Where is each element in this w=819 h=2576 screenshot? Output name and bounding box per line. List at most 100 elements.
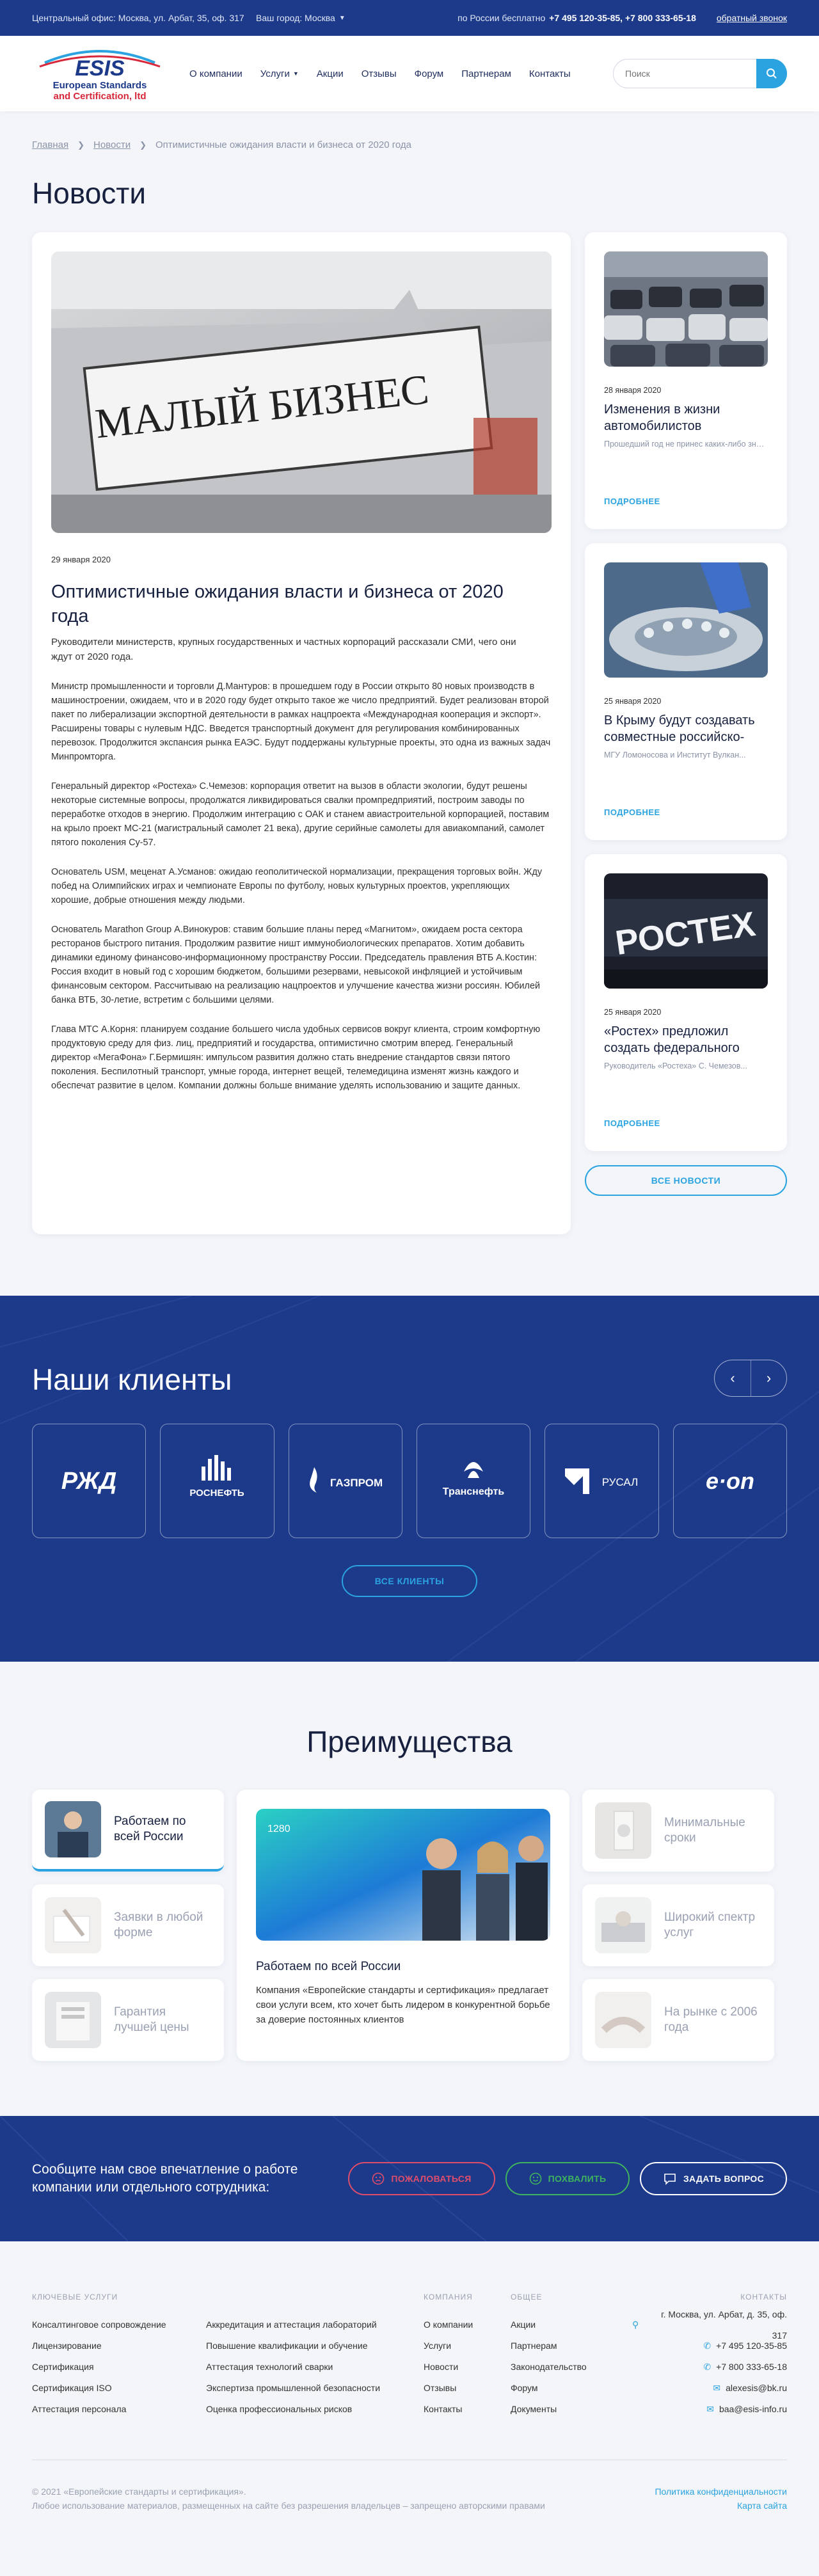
more-link[interactable]: ПОДРОБНЕЕ bbox=[604, 497, 660, 506]
footer-link[interactable]: Новости bbox=[424, 2357, 511, 2378]
client-logo-text: РЖД bbox=[61, 1468, 117, 1495]
footer-phone[interactable]: ✆ +7 800 333-65-18 bbox=[632, 2357, 787, 2378]
ask-question-button[interactable]: ЗАДАТЬ ВОПРОС bbox=[640, 2162, 787, 2195]
footer-address: ⚲ г. Москва, ул. Арбат, д. 35, оф. 317 bbox=[632, 2309, 787, 2341]
client-logos: РЖД РОСНЕФТЬ ГАЗПРОМ Транснефть РУСАЛ e·… bbox=[32, 1424, 787, 1538]
footer-link[interactable]: Услуги bbox=[424, 2335, 511, 2357]
all-news-button[interactable]: ВСЕ НОВОСТИ bbox=[585, 1165, 787, 1196]
clients-section: Наши клиенты ‹ › РЖД РОСНЕФТЬ ГАЗПРОМ Тр… bbox=[0, 1296, 819, 1662]
footer-link[interactable]: Лицензирование bbox=[32, 2335, 206, 2357]
smile-face-icon bbox=[529, 2172, 541, 2185]
chevron-left-icon[interactable]: ‹ bbox=[715, 1360, 751, 1396]
advantage-detail-text: Компания «Европейские стандарты и сертиф… bbox=[256, 1985, 550, 2025]
article-date: 29 января 2020 bbox=[51, 555, 111, 564]
footer-legal: © 2021 «Европейские стандарты и сертифик… bbox=[32, 2485, 545, 2513]
footer-link[interactable]: Оценка профессиональных рисков bbox=[206, 2399, 424, 2420]
all-clients-button[interactable]: ВСЕ КЛИЕНТЫ bbox=[342, 1565, 477, 1597]
client-logo-rzd[interactable]: РЖД bbox=[32, 1424, 147, 1538]
client-logo-rusal[interactable]: РУСАЛ bbox=[545, 1424, 659, 1538]
callback-link[interactable]: обратный звонок bbox=[717, 13, 787, 23]
footer-link[interactable]: Законодательство bbox=[511, 2357, 632, 2378]
news-card[interactable]: 25 января 2020 В Крыму будут создавать с… bbox=[585, 543, 787, 840]
sitemap-link[interactable]: Карта сайта bbox=[655, 2499, 787, 2513]
footer-link[interactable]: Отзывы bbox=[424, 2378, 511, 2399]
footer-link[interactable]: Консалтинговое сопровождение bbox=[32, 2314, 206, 2335]
carousel-arrows: ‹ › bbox=[714, 1360, 787, 1397]
advantage-detail-image: 1280 bbox=[256, 1809, 550, 1941]
news-card-image: РОСТЕХ bbox=[604, 873, 768, 989]
footer-heading: КОНТАКТЫ bbox=[740, 2293, 787, 2302]
client-logo-transneft[interactable]: Транснефть bbox=[416, 1424, 531, 1538]
footer-link[interactable]: Аттестация персонала bbox=[32, 2399, 206, 2420]
nav-item-partners[interactable]: Партнерам bbox=[461, 68, 511, 79]
footer-link[interactable]: Партнерам bbox=[511, 2335, 632, 2357]
more-link[interactable]: ПОДРОБНЕЕ bbox=[604, 1118, 660, 1128]
breadcrumb-news[interactable]: Новости bbox=[93, 139, 131, 150]
phone-icon: ✆ bbox=[703, 2341, 712, 2351]
search-input[interactable] bbox=[625, 68, 756, 79]
complain-button[interactable]: ПОЖАЛОВАТЬСЯ bbox=[348, 2162, 495, 2195]
advantage-thumb bbox=[45, 1992, 101, 2048]
praise-button[interactable]: ПОХВАЛИТЬ bbox=[505, 2162, 630, 2195]
footer-email-text: baa@esis-info.ru bbox=[719, 2404, 787, 2414]
phone-numbers[interactable]: +7 495 120-35-85, +7 800 333-65-18 bbox=[549, 13, 696, 23]
copyright: © 2021 «Европейские стандарты и сертифик… bbox=[32, 2486, 246, 2497]
footer-link[interactable]: Акции bbox=[511, 2314, 632, 2335]
advantage-label: Заявки в любой форме bbox=[114, 1911, 203, 1939]
advantage-label: Гарантия лучшей цены bbox=[114, 2005, 189, 2034]
advantage-item[interactable]: Широкий спектр услуг bbox=[582, 1884, 774, 1966]
advantage-item[interactable]: На рынке с 2006 года bbox=[582, 1979, 774, 2061]
advantage-thumb bbox=[595, 1802, 651, 1859]
main-news-article: МАЛЫЙ БИЗНЕС 29 января 2020 Оптимистичны… bbox=[32, 232, 571, 1234]
news-card[interactable]: РОСТЕХ 25 января 2020 «Ростех» предложил… bbox=[585, 854, 787, 1151]
footer-email[interactable]: ✉ alexesis@bk.ru bbox=[632, 2378, 787, 2399]
breadcrumb-home[interactable]: Главная bbox=[32, 139, 68, 150]
advantage-item[interactable]: Работаем по всей России bbox=[32, 1790, 224, 1872]
footer-link[interactable]: Экспертиза промышленной безопасности bbox=[206, 2378, 424, 2399]
client-logo-text: Транснефть bbox=[443, 1486, 505, 1497]
nav-item-promotions[interactable]: Акции bbox=[317, 68, 344, 79]
footer-link[interactable]: Сертификация bbox=[32, 2357, 206, 2378]
news-card-title: В Крыму будут создавать совместные росси… bbox=[604, 713, 755, 744]
advantage-thumb bbox=[45, 1801, 101, 1857]
privacy-link[interactable]: Политика конфиденциальности bbox=[655, 2485, 787, 2499]
nav-item-services[interactable]: Услуги ▼ bbox=[260, 68, 299, 79]
page-title: Новости bbox=[32, 177, 147, 210]
breadcrumb: Главная ❯ Новости ❯ Оптимистичные ожидан… bbox=[32, 111, 787, 150]
nav-item-about[interactable]: О компании bbox=[189, 68, 243, 79]
chevron-right-icon[interactable]: › bbox=[751, 1360, 786, 1396]
office-address: Центральный офис: Москва, ул. Арбат, 35,… bbox=[32, 13, 244, 23]
advantage-item[interactable]: Заявки в любой форме bbox=[32, 1884, 224, 1966]
footer-link[interactable]: Аккредитация и аттестация лабораторий bbox=[206, 2314, 424, 2335]
advantage-item[interactable]: Гарантия лучшей цены bbox=[32, 1979, 224, 2061]
map-pin-icon: ⚲ bbox=[632, 2319, 639, 2330]
side-news: 28 января 2020 Изменения в жизни автомоб… bbox=[585, 232, 787, 1234]
chevron-down-icon: ▼ bbox=[338, 14, 346, 22]
advantage-label: На рынке с 2006 года bbox=[664, 2005, 758, 2034]
advantage-label: Широкий спектр услуг bbox=[664, 1911, 756, 1939]
nav-item-contacts[interactable]: Контакты bbox=[529, 68, 571, 79]
client-logo-rosneft[interactable]: РОСНЕФТЬ bbox=[160, 1424, 274, 1538]
nav-item-reviews[interactable]: Отзывы bbox=[362, 68, 397, 79]
city-selector[interactable]: Ваш город: Москва ▼ bbox=[256, 13, 346, 23]
footer-link[interactable]: Контакты bbox=[424, 2399, 511, 2420]
footer-link[interactable]: Сертификация ISO bbox=[32, 2378, 206, 2399]
breadcrumb-current: Оптимистичные ожидания власти и бизнеса … bbox=[155, 139, 411, 150]
footer-link[interactable]: Документы bbox=[511, 2399, 632, 2420]
logo[interactable]: ESIS European Standards and Certificatio… bbox=[32, 44, 168, 104]
more-link[interactable]: ПОДРОБНЕЕ bbox=[604, 807, 660, 817]
footer-phone-text: +7 495 120-35-85 bbox=[716, 2341, 787, 2351]
client-logo-eon[interactable]: e·on bbox=[672, 1424, 787, 1538]
footer-link[interactable]: О компании bbox=[424, 2314, 511, 2335]
footer-link[interactable]: Форум bbox=[511, 2378, 632, 2399]
nav-item-forum[interactable]: Форум bbox=[415, 68, 444, 79]
client-logo-gazprom[interactable]: ГАЗПРОМ bbox=[288, 1424, 402, 1538]
footer-email[interactable]: ✉ baa@esis-info.ru bbox=[632, 2399, 787, 2420]
footer-link[interactable]: Повышение квалификации и обучение bbox=[206, 2335, 424, 2357]
chevron-right-icon: ❯ bbox=[139, 139, 147, 150]
footer-link[interactable]: Аттестация технологий сварки bbox=[206, 2357, 424, 2378]
client-logo-text: ГАЗПРОМ bbox=[330, 1477, 383, 1489]
search-button[interactable] bbox=[756, 59, 787, 88]
news-card[interactable]: 28 января 2020 Изменения в жизни автомоб… bbox=[585, 232, 787, 529]
advantage-item[interactable]: Минимальные сроки bbox=[582, 1790, 774, 1872]
